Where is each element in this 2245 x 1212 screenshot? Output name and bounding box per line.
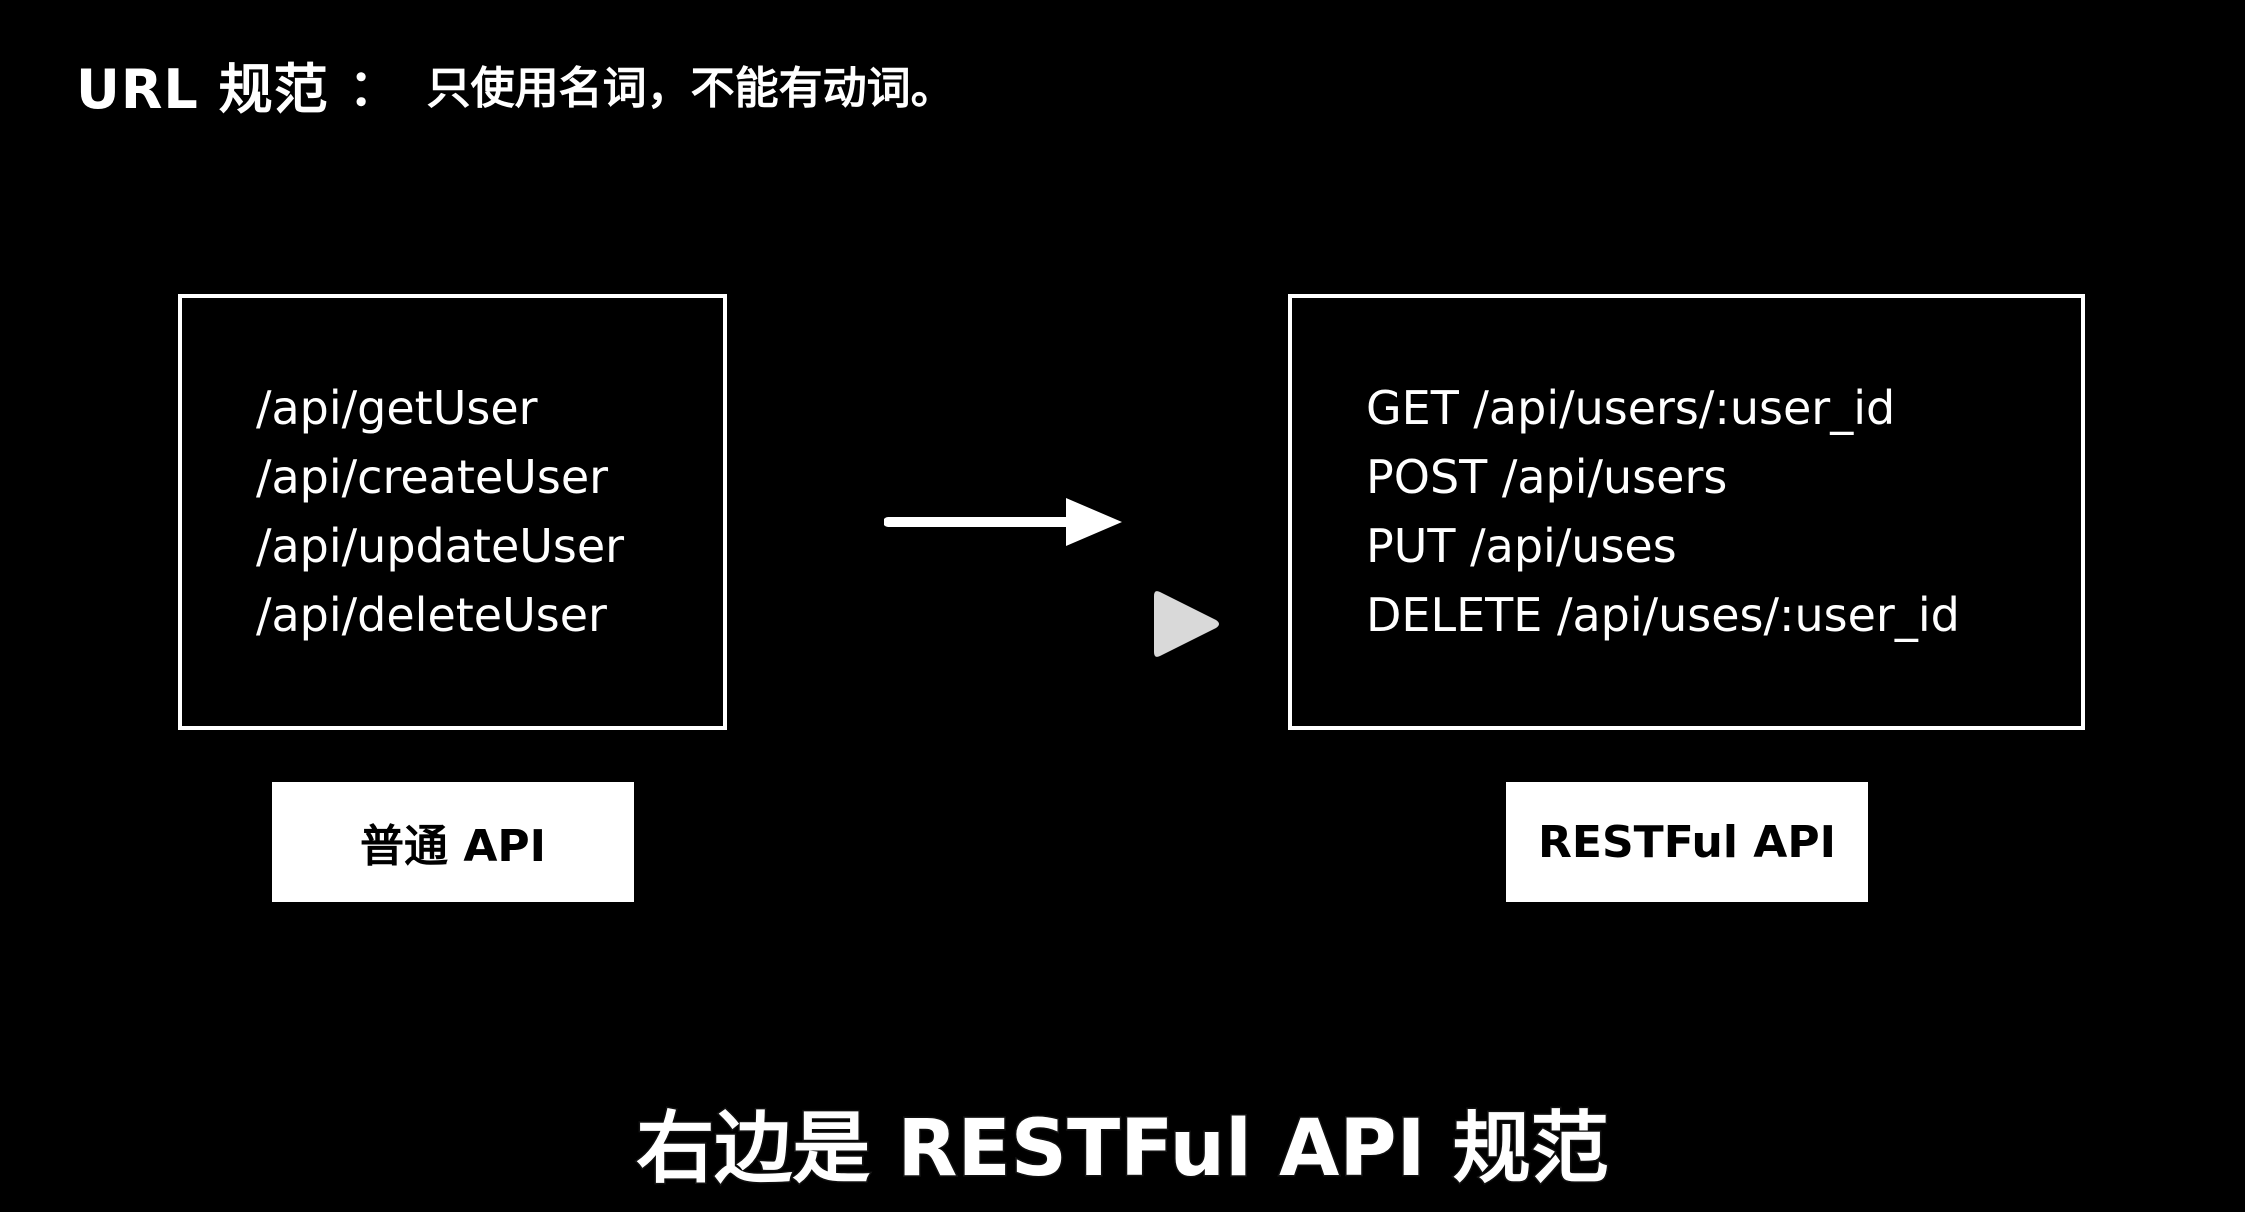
- ordinary-api-line: /api/deleteUser: [256, 588, 607, 642]
- ordinary-api-box: /api/getUser /api/createUser /api/update…: [178, 294, 727, 730]
- restful-api-line: DELETE /api/uses/:user_id: [1366, 588, 1960, 642]
- video-subtitle: 右边是 RESTFul API 规范: [635, 1103, 1610, 1196]
- restful-api-line: GET /api/users/:user_id: [1366, 381, 1896, 435]
- heading-subtitle: 只使用名词，不能有动词。: [426, 63, 955, 114]
- arrow-right-icon: [884, 498, 1122, 546]
- heading-colon: ：: [348, 59, 399, 117]
- ordinary-api-line: /api/getUser: [256, 381, 538, 435]
- restful-api-label: RESTFul API: [1506, 782, 1868, 902]
- heading-title: URL 规范: [76, 57, 329, 121]
- video-frame: URL 规范 ： 只使用名词，不能有动词。 /api/getUser /api/…: [0, 0, 2245, 1212]
- restful-api-box: GET /api/users/:user_id POST /api/users …: [1288, 294, 2085, 730]
- slide-heading: URL 规范 ： 只使用名词，不能有动词。: [76, 44, 955, 124]
- ordinary-api-line: /api/createUser: [256, 450, 609, 504]
- ordinary-api-line: /api/updateUser: [256, 519, 625, 573]
- play-icon[interactable]: [1150, 586, 1222, 662]
- restful-api-line: POST /api/users: [1366, 450, 1728, 504]
- restful-api-line: PUT /api/uses: [1366, 519, 1677, 573]
- ordinary-api-label: 普通 API: [272, 782, 634, 902]
